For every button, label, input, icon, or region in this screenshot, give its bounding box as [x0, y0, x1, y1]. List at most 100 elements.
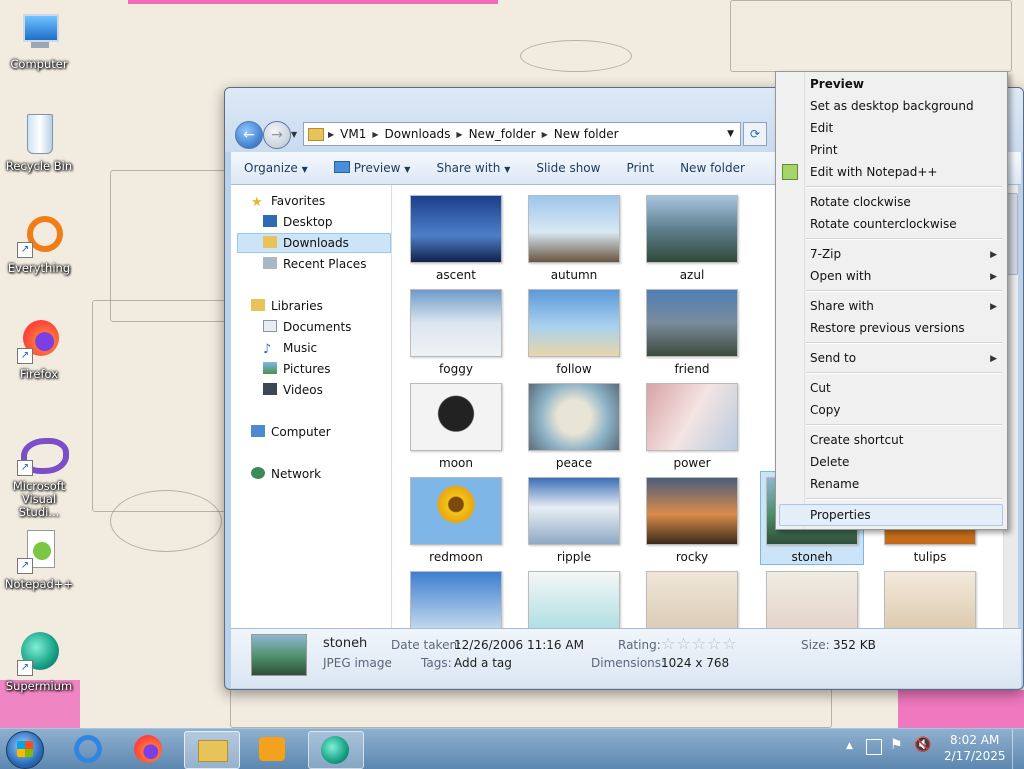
nav-recent-places[interactable]: Recent Places — [263, 254, 366, 274]
image-thumbnail — [646, 477, 738, 545]
thumb-friend[interactable]: friend — [642, 289, 742, 376]
menu-properties[interactable]: Properties — [810, 505, 871, 525]
desktop-icon-visual-studio[interactable]: ↗ Microsoft Visual Studi... — [0, 432, 78, 519]
forward-button[interactable]: → — [263, 121, 291, 149]
desktop-icon-firefox[interactable]: ↗ Firefox — [0, 320, 78, 381]
volume-muted-icon[interactable]: 🔇 — [914, 737, 931, 753]
thumb-row5-5[interactable] — [880, 571, 980, 628]
action-center-flag-icon[interactable]: ⚑ — [890, 737, 903, 753]
thumb-row5-2[interactable] — [524, 571, 624, 628]
print-button[interactable]: Print — [613, 161, 667, 175]
menu-share-with[interactable]: Share with — [810, 296, 874, 316]
thumb-rocky[interactable]: rocky — [642, 477, 742, 564]
downloads-folder-icon — [263, 236, 277, 248]
address-dropdown-icon[interactable]: ▼ — [727, 129, 734, 139]
taskbar-firefox[interactable] — [122, 731, 176, 767]
desktop-icon-everything[interactable]: ↗ Everything — [0, 214, 78, 275]
thumb-row5-1[interactable] — [406, 571, 506, 628]
menu-separator — [806, 290, 1002, 292]
nav-computer[interactable]: Computer — [251, 422, 331, 442]
preview-label: Preview — [353, 161, 401, 175]
thumb-autumn[interactable]: autumn — [524, 195, 624, 282]
menu-set-desktop-background[interactable]: Set as desktop background — [810, 96, 974, 116]
menu-restore-previous-versions[interactable]: Restore previous versions — [810, 318, 965, 338]
breadcrumb-new-folder-underscore[interactable]: New_folder — [463, 127, 542, 141]
breadcrumb-downloads[interactable]: Downloads — [379, 127, 457, 141]
size-value: 352 KB — [833, 638, 876, 652]
start-button[interactable] — [6, 731, 44, 769]
pictures-icon — [263, 362, 277, 374]
menu-open-with[interactable]: Open with — [810, 266, 871, 286]
nav-network[interactable]: Network — [251, 464, 321, 484]
menu-copy[interactable]: Copy — [810, 400, 840, 420]
taskbar-explorer[interactable] — [184, 731, 240, 769]
menu-rotate-clockwise[interactable]: Rotate clockwise — [810, 192, 911, 212]
show-hidden-icons-icon[interactable]: ▲ — [846, 741, 853, 751]
back-button[interactable]: ← — [235, 121, 263, 149]
recent-places-icon — [263, 257, 277, 269]
thumb-ripple[interactable]: ripple — [524, 477, 624, 564]
thumb-foggy[interactable]: foggy — [406, 289, 506, 376]
network-tray-icon[interactable] — [866, 739, 882, 755]
thumb-peace[interactable]: peace — [524, 383, 624, 470]
date-taken-value[interactable]: 12/26/2006 11:16 AM — [454, 638, 584, 652]
clock-time[interactable]: 8:02 AM — [950, 733, 999, 747]
thumb-moon[interactable]: moon — [406, 383, 506, 470]
thumb-azul[interactable]: azul — [642, 195, 742, 282]
tags-value[interactable]: Add a tag — [454, 656, 512, 670]
thumb-row5-3[interactable] — [642, 571, 742, 628]
recent-pages-dropdown[interactable]: ▼ — [291, 130, 297, 139]
menu-preview[interactable]: Preview — [810, 74, 864, 94]
clock-date[interactable]: 2/17/2025 — [944, 749, 1006, 763]
nav-libraries[interactable]: Libraries — [251, 296, 323, 316]
show-desktop-button[interactable] — [1012, 729, 1024, 769]
share-with-button[interactable]: Share with ▼ — [423, 161, 523, 175]
menu-print[interactable]: Print — [810, 140, 838, 160]
submenu-arrow-icon: ▶ — [990, 302, 997, 312]
organize-button[interactable]: Organize ▼ — [231, 161, 321, 175]
image-thumbnail — [646, 571, 738, 628]
taskbar-supermium[interactable] — [308, 731, 364, 769]
address-bar[interactable]: ▶ VM1 ▶ Downloads ▶ New_folder ▶ New fol… — [303, 122, 741, 146]
menu-edit-with-notepadpp[interactable]: Edit with Notepad++ — [810, 162, 937, 182]
nav-favorites[interactable]: ★ Favorites — [251, 191, 325, 211]
preview-button[interactable]: Preview ▼ — [321, 161, 424, 175]
menu-cut[interactable]: Cut — [810, 378, 831, 398]
thumb-ascent[interactable]: ascent — [406, 195, 506, 282]
taskbar-media-player[interactable] — [246, 731, 300, 767]
menu-separator — [806, 238, 1002, 240]
nav-documents[interactable]: Documents — [263, 317, 351, 337]
nav-recent-label: Recent Places — [283, 257, 367, 271]
thumb-redmoon[interactable]: redmoon — [406, 477, 506, 564]
desktop-icon-computer[interactable]: Computer — [0, 10, 78, 71]
menu-7zip[interactable]: 7-Zip — [810, 244, 841, 264]
thumb-power[interactable]: power — [642, 383, 742, 470]
context-menu: Preview Set as desktop background Edit P… — [775, 71, 1008, 530]
menu-delete[interactable]: Delete — [810, 452, 849, 472]
desktop-icon-recycle-bin[interactable]: Recycle Bin — [0, 112, 78, 173]
new-folder-button[interactable]: New folder — [667, 161, 758, 175]
rating-stars-icon[interactable]: ☆☆☆☆☆ — [661, 634, 738, 653]
thumb-row5-4[interactable] — [762, 571, 862, 628]
breadcrumb-new-folder[interactable]: New folder — [548, 127, 625, 141]
dimensions-key: Dimensions: — [591, 656, 666, 670]
nav-videos[interactable]: Videos — [263, 380, 323, 400]
menu-create-shortcut[interactable]: Create shortcut — [810, 430, 903, 450]
thumb-label: stoneh — [791, 550, 833, 564]
nav-pictures[interactable]: Pictures — [263, 359, 331, 379]
breadcrumb-vm1[interactable]: VM1 — [334, 127, 372, 141]
thumb-follow[interactable]: follow — [524, 289, 624, 376]
desktop-icon-supermium[interactable]: ↗ Supermium — [0, 632, 78, 693]
refresh-button[interactable]: ⟳ — [743, 122, 767, 146]
taskbar-ie[interactable] — [62, 731, 116, 767]
everything-icon: ↗ — [17, 214, 63, 258]
menu-rename[interactable]: Rename — [810, 474, 859, 494]
nav-desktop[interactable]: Desktop — [263, 212, 333, 232]
slide-show-button[interactable]: Slide show — [523, 161, 613, 175]
desktop-icon-notepadpp[interactable]: ↗ Notepad++ — [0, 530, 78, 591]
nav-downloads[interactable]: Downloads — [263, 233, 349, 253]
menu-edit[interactable]: Edit — [810, 118, 833, 138]
menu-send-to[interactable]: Send to — [810, 348, 856, 368]
nav-music[interactable]: ♪ Music — [263, 338, 317, 358]
menu-rotate-counterclockwise[interactable]: Rotate counterclockwise — [810, 214, 957, 234]
